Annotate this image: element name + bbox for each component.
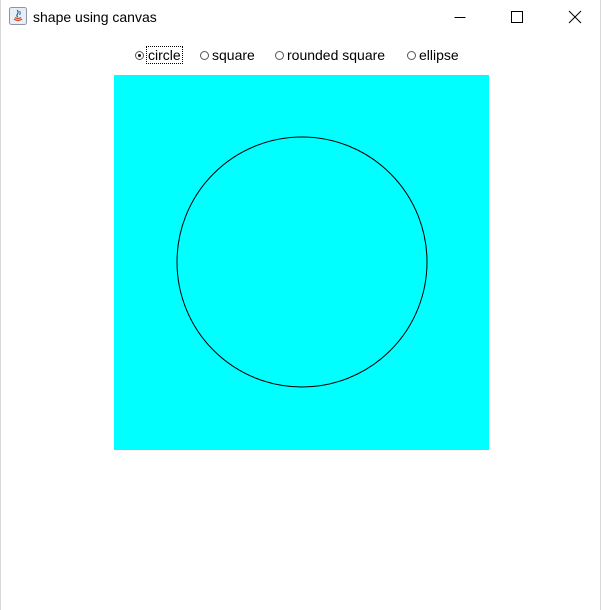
radio-button-icon[interactable]	[407, 50, 416, 60]
canvas-svg	[114, 75, 489, 450]
close-button[interactable]	[552, 0, 598, 34]
radio-ellipse[interactable]: ellipse	[407, 44, 459, 66]
radio-label: circle	[146, 46, 183, 64]
minimize-icon	[454, 17, 466, 18]
radio-circle[interactable]: circle	[135, 44, 183, 66]
maximize-button[interactable]	[494, 0, 540, 34]
app-window: shape using canvas circle square rounded…	[0, 0, 601, 610]
java-icon	[9, 7, 27, 25]
shape-selector: circle square rounded square ellipse	[1, 44, 600, 66]
drawing-canvas	[114, 75, 489, 450]
radio-label: ellipse	[419, 47, 459, 63]
maximize-icon	[511, 11, 523, 23]
radio-button-icon[interactable]	[275, 50, 284, 60]
canvas-background	[114, 75, 489, 450]
minimize-button[interactable]	[437, 0, 483, 34]
radio-rounded-square[interactable]: rounded square	[275, 44, 385, 66]
window-title: shape using canvas	[33, 9, 157, 25]
title-bar[interactable]: shape using canvas	[1, 0, 600, 34]
radio-label: rounded square	[287, 47, 386, 63]
radio-button-icon[interactable]	[135, 50, 144, 60]
close-icon	[568, 10, 582, 24]
radio-square[interactable]: square	[200, 44, 255, 66]
radio-button-icon[interactable]	[200, 50, 209, 60]
radio-label: square	[212, 47, 255, 63]
